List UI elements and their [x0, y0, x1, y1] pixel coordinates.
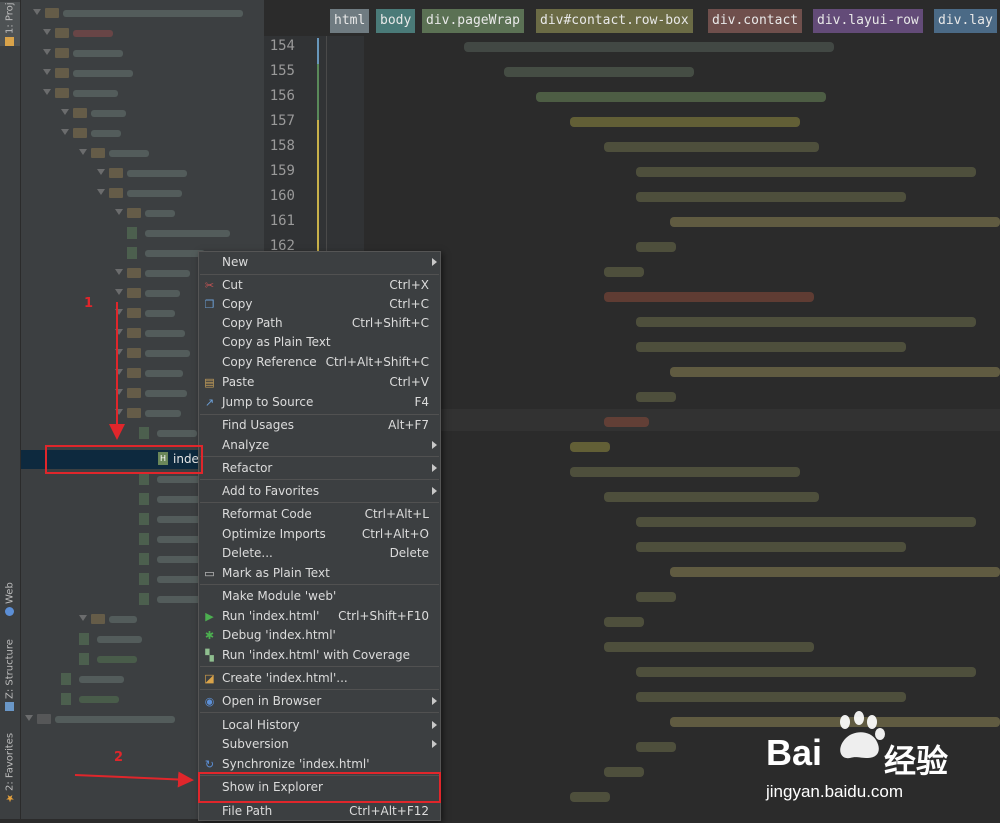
arrow-step-2	[74, 771, 194, 788]
baidu-brand-right: 经验	[884, 742, 949, 780]
baidu-brand-left: Bai	[766, 732, 823, 773]
baidu-url: jingyan.baidu.com	[766, 782, 904, 801]
annotation-arrows	[74, 302, 194, 788]
baidu-watermark: Bai 经验 jingyan.baidu.com	[760, 710, 1000, 820]
